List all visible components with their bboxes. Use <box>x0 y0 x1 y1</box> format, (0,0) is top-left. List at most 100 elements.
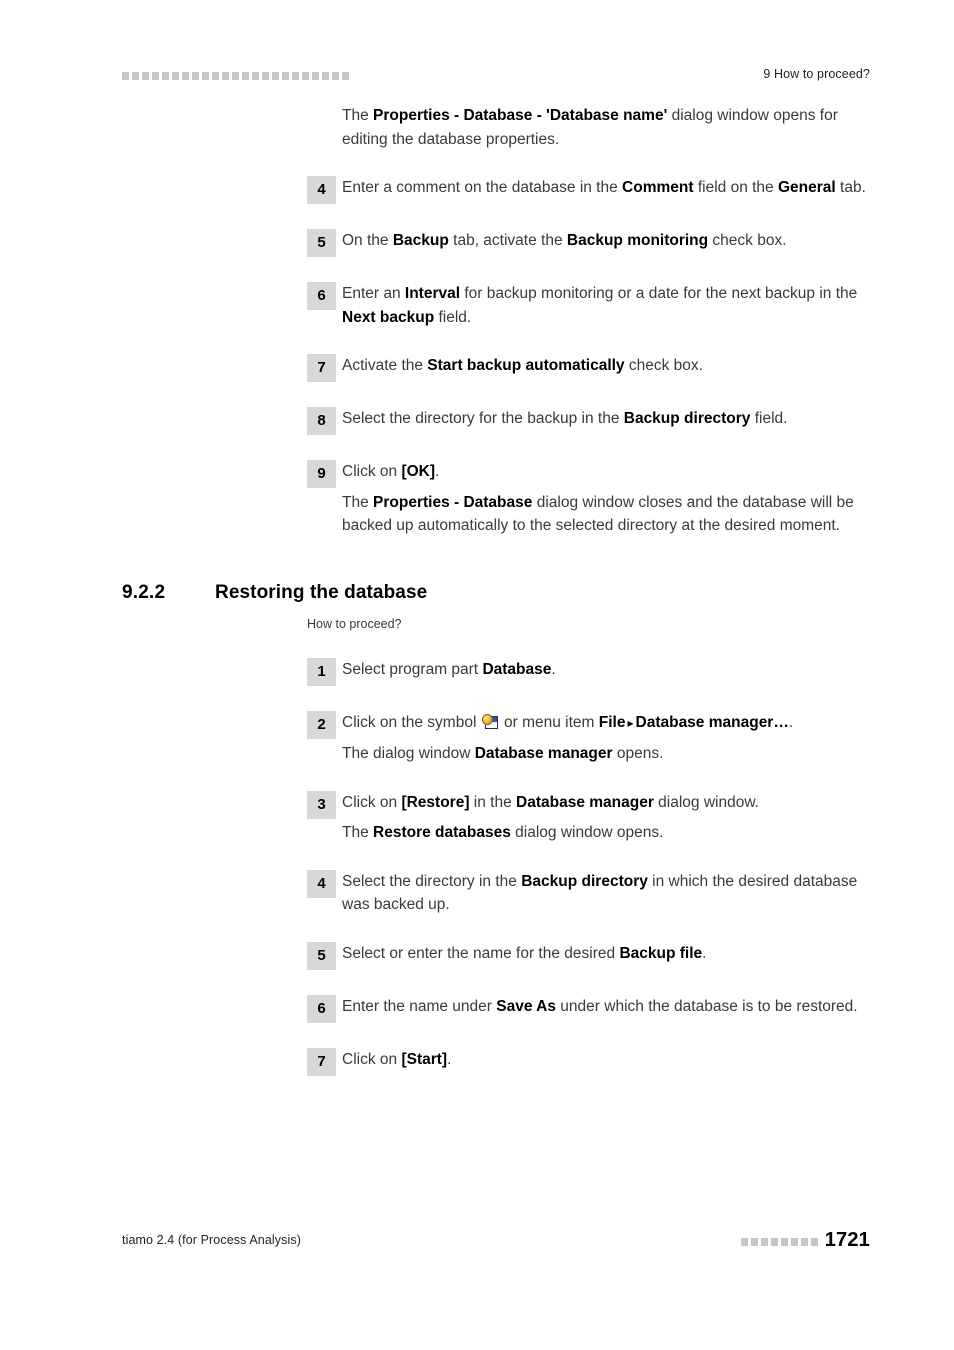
decoration-square <box>272 71 279 80</box>
step-number-badge: 9 <box>307 460 336 488</box>
step-number-badge: 7 <box>307 354 336 382</box>
step-number-badge: 5 <box>307 229 336 257</box>
emphasis-text: Database manager… <box>635 713 789 731</box>
numbered-step: 3 Click on [Restore] in the Database mana… <box>307 790 870 845</box>
decoration-square <box>212 71 219 80</box>
body-text: Enter the name under <box>342 997 497 1015</box>
footer-page-group: 1721 <box>740 1228 870 1252</box>
numbered-step: 7 Click on [Start]. <box>307 1047 870 1076</box>
body-text: dialog window opens. <box>510 824 664 841</box>
emphasis-text: Next backup <box>342 308 435 326</box>
step-text: Enter the name under Save As under which… <box>336 995 870 1019</box>
step-number-badge: 3 <box>307 790 336 819</box>
numbered-step: 4 Enter a comment on the database in the … <box>307 176 870 204</box>
body-text: tab, activate the <box>448 232 567 249</box>
emphasis-text: Comment <box>622 179 694 196</box>
decoration-square <box>740 1237 748 1246</box>
decoration-square <box>790 1237 798 1246</box>
decoration-square <box>302 71 309 80</box>
decoration-square <box>172 71 179 80</box>
body-text: Enter an <box>342 285 405 302</box>
backup-steps-list: 4 Enter a comment on the database in the … <box>0 176 954 538</box>
body-text: . <box>788 713 794 731</box>
decoration-square <box>232 71 239 80</box>
emphasis-text: Database <box>482 660 552 678</box>
emphasis-text: Database manager <box>474 745 613 762</box>
emphasis-text: Backup monitoring <box>566 232 709 249</box>
intro-prefix: The <box>342 107 374 124</box>
body-text: for backup monitoring or a date for the … <box>460 285 858 302</box>
emphasis-text: [OK] <box>401 463 436 480</box>
step-result-text: The dialog window Database manager opens… <box>342 742 870 766</box>
database-manager-icon <box>481 713 499 730</box>
body-text: The dialog window <box>342 745 475 762</box>
intro-bold: Properties - Database - 'Database name' <box>373 107 668 124</box>
emphasis-text: File <box>598 713 626 731</box>
emphasis-text: Restore databases <box>373 824 511 841</box>
step-result-text: The Restore databases dialog window open… <box>342 821 870 845</box>
numbered-step: 1 Select program part Database. <box>307 657 870 686</box>
body-text: . <box>435 463 440 480</box>
body-text: or menu item <box>499 713 599 731</box>
decoration-square <box>202 71 209 80</box>
step-text: Click on the symbol or menu item File ▸ Da… <box>336 711 870 766</box>
decoration-square <box>342 71 349 80</box>
decoration-square <box>332 71 339 80</box>
step-text: On the Backup tab, activate the Backup m… <box>336 229 870 253</box>
body-text: tab. <box>835 179 866 196</box>
numbered-step: 8 Select the directory for the backup in … <box>307 407 870 435</box>
decoration-square <box>222 71 229 80</box>
body-text: check box. <box>708 232 787 249</box>
emphasis-text: General <box>777 179 836 196</box>
body-text: under which the database is to be restor… <box>556 997 858 1015</box>
body-text: The <box>342 493 374 511</box>
decoration-square <box>800 1237 808 1246</box>
page-header: 9 How to proceed? <box>122 62 870 86</box>
emphasis-text: Save As <box>496 997 556 1015</box>
body-text: dialog window. <box>653 793 759 811</box>
decoration-square <box>192 71 199 80</box>
body-text: Select the directory for the backup in t… <box>342 410 624 427</box>
step-text: Click on [Start]. <box>336 1048 870 1072</box>
body-text: Click on the symbol <box>342 713 481 731</box>
step-text: Select program part Database. <box>336 658 870 682</box>
decoration-square <box>132 71 139 80</box>
body-text: Click on <box>342 1050 402 1068</box>
section-title: Restoring the database <box>215 581 428 603</box>
intro-paragraph: The Properties - Database - 'Database na… <box>342 104 870 151</box>
decoration-square <box>282 71 289 80</box>
numbered-step: 4 Select the directory in the Backup dire… <box>307 869 870 917</box>
numbered-step: 6 Enter an Interval for backup monitoring… <box>307 282 870 329</box>
step-text: Click on [OK]. The Properties - Database … <box>336 460 870 538</box>
decoration-square <box>312 71 319 80</box>
body-text: Activate the <box>342 357 428 374</box>
emphasis-text: [Restore] <box>401 793 470 811</box>
step-number-badge: 1 <box>307 657 336 686</box>
numbered-step: 9 Click on [OK]. The Properties - Database… <box>307 460 870 538</box>
step-number-badge: 5 <box>307 941 336 970</box>
step-number-badge: 8 <box>307 407 336 435</box>
decoration-square <box>152 71 159 80</box>
decoration-square <box>770 1237 778 1246</box>
emphasis-text: Database manager <box>516 793 654 811</box>
page-number: 1721 <box>824 1228 870 1251</box>
section-subtitle: How to proceed? <box>307 616 402 631</box>
step-number-badge: 7 <box>307 1047 336 1076</box>
step-number-badge: 6 <box>307 994 336 1023</box>
step-text: Activate the Start backup automatically … <box>336 354 870 378</box>
step-number-badge: 4 <box>307 869 336 898</box>
restore-steps-list: 1 Select program part Database. 2 Click on … <box>0 657 954 1076</box>
decoration-square <box>182 71 189 80</box>
decoration-square <box>262 71 269 80</box>
decoration-square <box>252 71 259 80</box>
step-text: Select the directory in the Backup direc… <box>336 870 870 917</box>
body-text: Click on <box>342 463 402 480</box>
emphasis-text: Start backup automatically <box>427 357 625 374</box>
step-text: Select the directory for the backup in t… <box>336 407 870 431</box>
section-heading: 9.2.2 Restoring the database <box>122 582 870 604</box>
header-decoration-squares <box>122 69 349 80</box>
body-text: field. <box>434 308 472 326</box>
emphasis-text: Interval <box>404 285 461 302</box>
body-text: field. <box>750 410 788 427</box>
decoration-square <box>122 71 129 80</box>
